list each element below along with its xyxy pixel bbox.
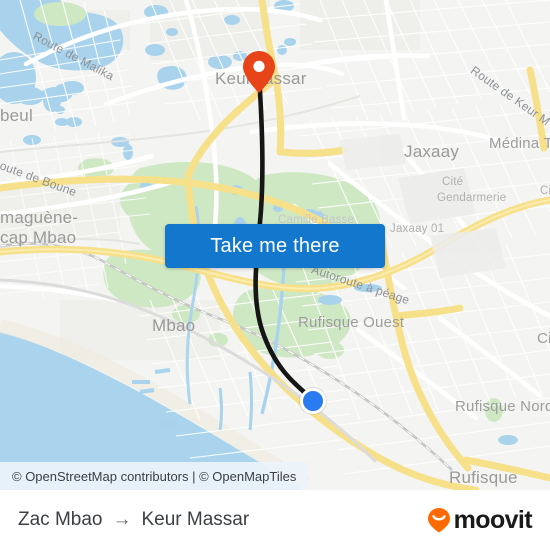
- moovit-logo[interactable]: moovit: [426, 505, 533, 535]
- map-attribution: © OpenStreetMap contributors | © OpenMap…: [0, 462, 309, 490]
- origin-dot-zac-mbao[interactable]: [300, 388, 326, 414]
- trip-summary: Zac Mbao → Keur Massar: [18, 509, 249, 531]
- take-me-there-button[interactable]: Take me there: [165, 224, 385, 268]
- trip-origin-label: Zac Mbao: [18, 509, 103, 530]
- footer-bar: Zac Mbao → Keur Massar moovit: [0, 490, 550, 550]
- arrow-right-icon: →: [112, 509, 132, 530]
- trip-destination-label: Keur Massar: [141, 509, 250, 530]
- moovit-pin-smile-icon: [427, 508, 450, 533]
- moovit-wordmark: moovit: [453, 505, 533, 534]
- destination-pin-keur-massar[interactable]: [242, 50, 276, 94]
- moovit-map-screenshot: Route de Malika beul Route de Boune maguène…: [0, 0, 550, 550]
- map-pin-icon: [243, 51, 275, 93]
- map-canvas[interactable]: Route de Malika beul Route de Boune maguène…: [0, 0, 550, 490]
- attribution-text: © OpenStreetMap contributors | © OpenMap…: [12, 468, 297, 484]
